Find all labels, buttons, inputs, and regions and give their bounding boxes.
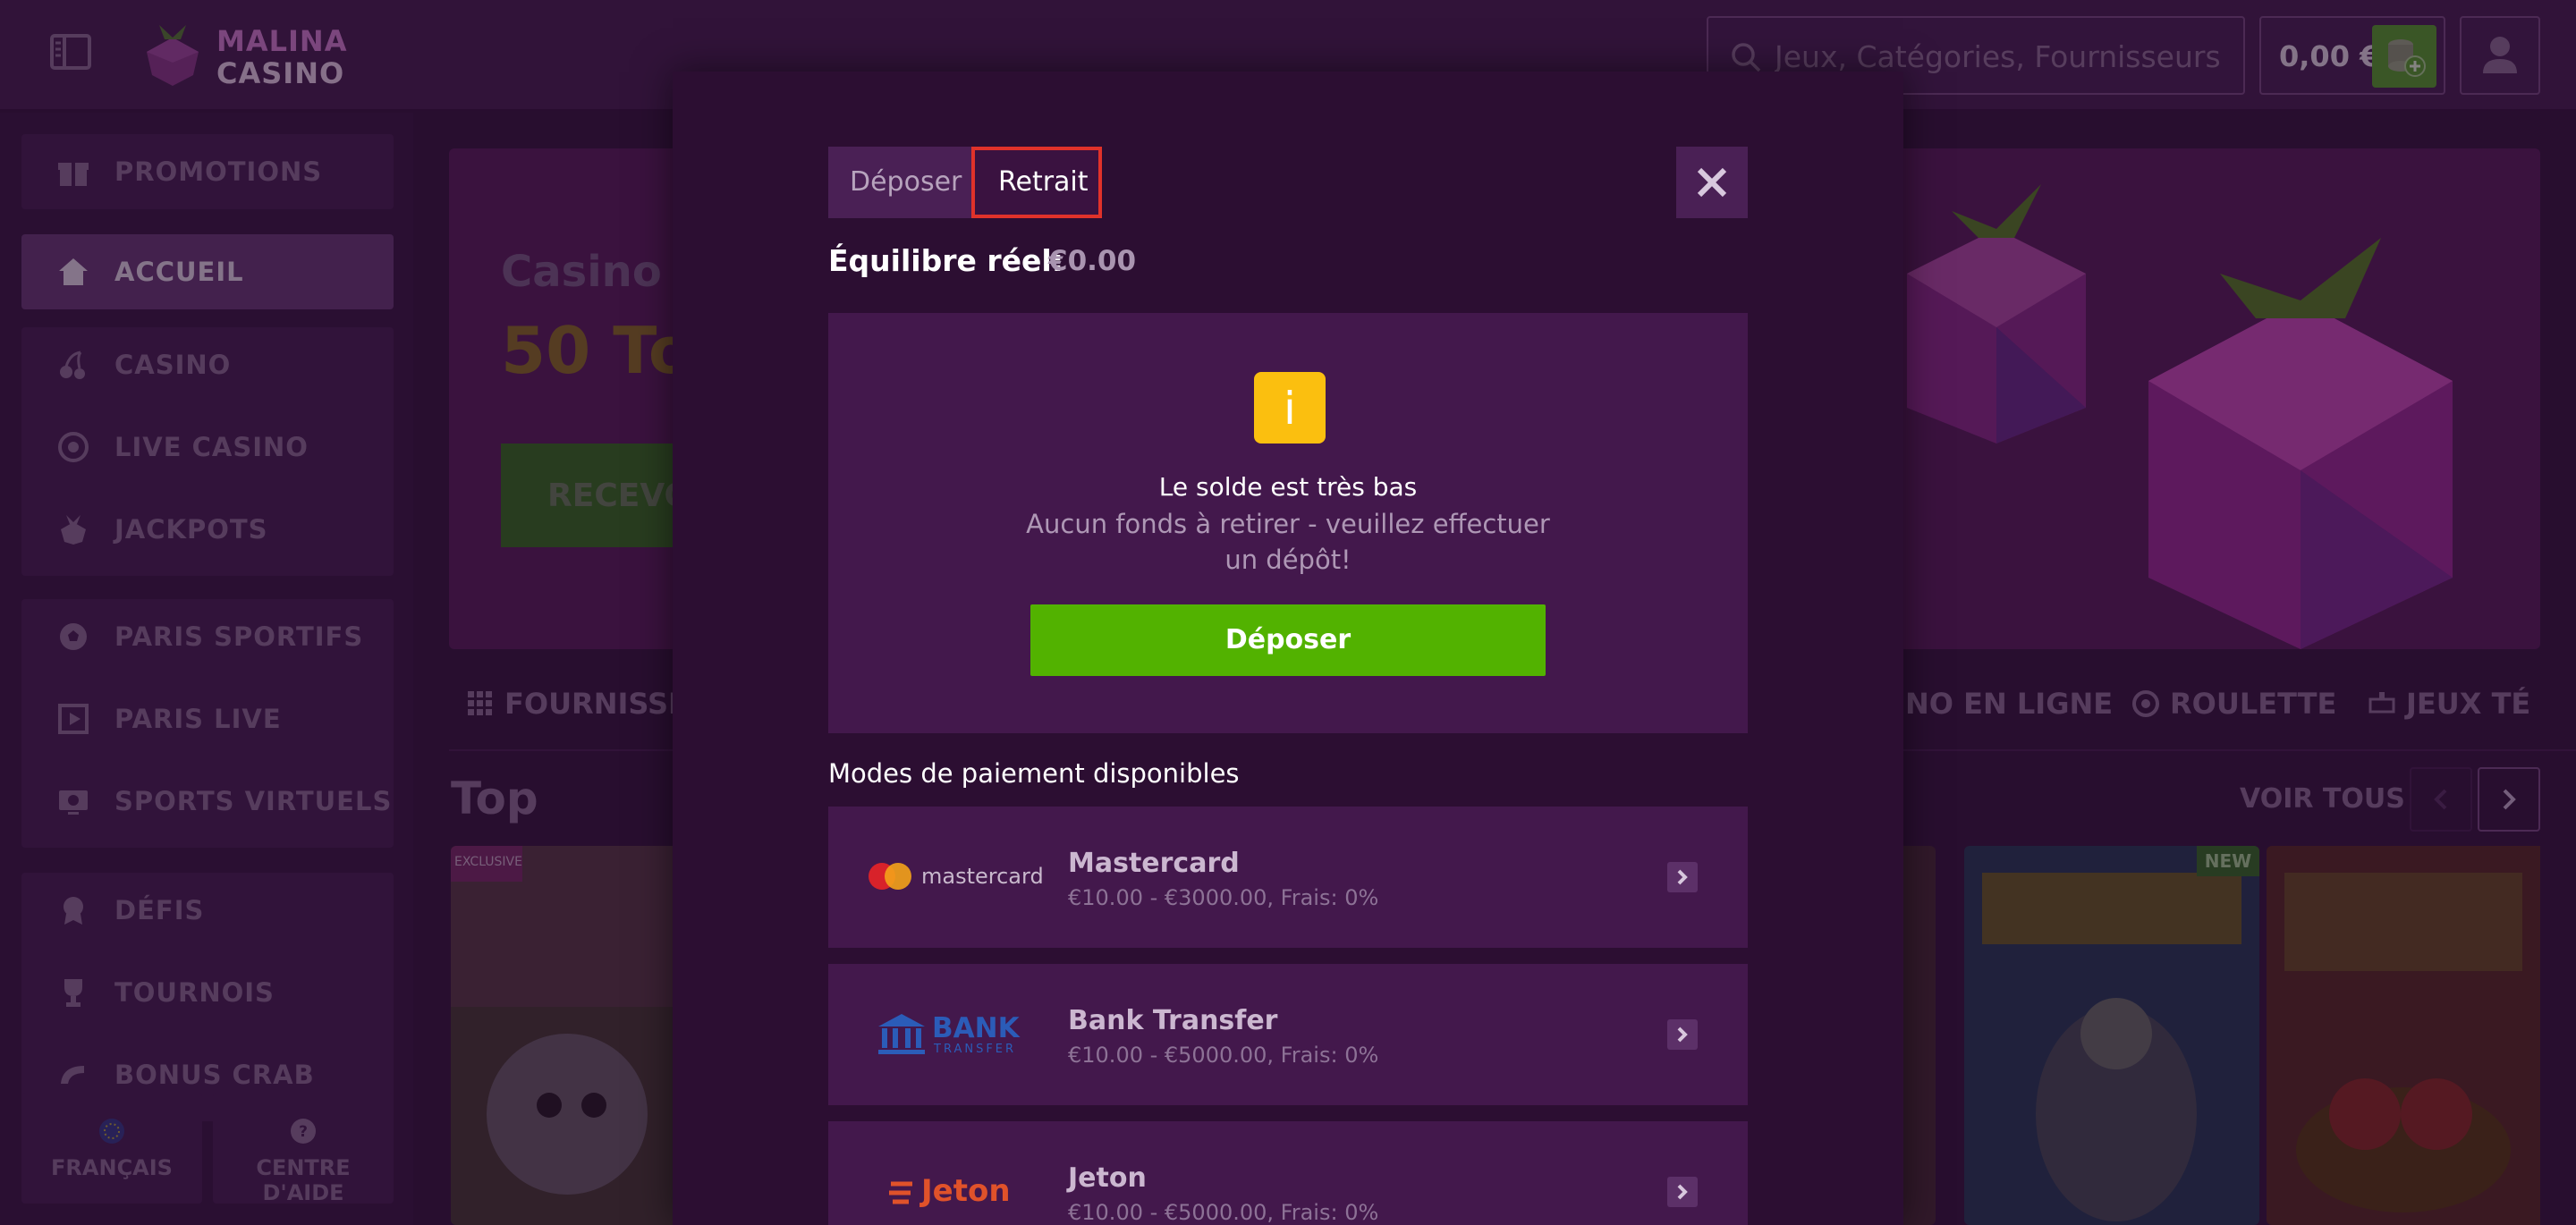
- mastercard-logo-text: mastercard: [921, 864, 1044, 889]
- method-details: €10.00 - €5000.00, Frais: 0%: [1068, 1043, 1379, 1068]
- jeton-logo: Jeton: [864, 1166, 1043, 1216]
- notice-subtitle: Aucun fonds à retirer - veuillez effectu…: [1026, 509, 1550, 575]
- method-name: Bank Transfer: [1068, 1005, 1278, 1036]
- bank-transfer-logo: BANK TRANSFER: [864, 1009, 1043, 1059]
- method-name: Mastercard: [1068, 848, 1240, 879]
- notice-title: Le solde est très bas: [1158, 472, 1418, 502]
- close-icon: [1697, 167, 1727, 198]
- payment-method-jeton[interactable]: Jeton Jeton €10.00 - €5000.00, Frais: 0%: [828, 1121, 1748, 1225]
- bank-building-icon: [878, 1014, 925, 1054]
- close-button[interactable]: [1676, 147, 1748, 218]
- balance-value: €0.00: [1048, 245, 1137, 277]
- balance-label: Équilibre réel:: [828, 243, 1063, 278]
- deposit-button-label: Déposer: [1224, 624, 1352, 655]
- tab-withdraw-label: Retrait: [998, 166, 1089, 198]
- mastercard-logo: mastercard: [864, 851, 1044, 901]
- method-name: Jeton: [1068, 1162, 1147, 1194]
- tab-withdraw[interactable]: Retrait: [971, 147, 1102, 218]
- bank-logo-subtext: TRANSFER: [934, 1043, 1017, 1056]
- jeton-mark-icon: [889, 1181, 912, 1204]
- info-icon: i: [1254, 372, 1326, 444]
- method-details: €10.00 - €5000.00, Frais: 0%: [1068, 1200, 1379, 1225]
- payment-method-mastercard[interactable]: mastercard Mastercard €10.00 - €3000.00,…: [828, 807, 1748, 948]
- tab-deposit[interactable]: Déposer: [828, 147, 971, 218]
- info-icon-glyph: i: [1284, 383, 1296, 435]
- payment-methods-title: Modes de paiement disponibles: [828, 758, 1240, 789]
- chevron-right-icon: [1667, 862, 1698, 892]
- chevron-right-icon: [1667, 1019, 1698, 1050]
- chevron-right-icon: [1667, 1177, 1698, 1207]
- low-balance-notice: i Le solde est très bas Aucun fonds à re…: [828, 313, 1748, 733]
- jeton-logo-text: Jeton: [921, 1173, 1011, 1209]
- bank-logo-text: BANK: [932, 1012, 1020, 1044]
- cashier-modal: Déposer Retrait Équilibre réel: €0.00 i …: [673, 72, 1903, 1225]
- tab-deposit-label: Déposer: [850, 166, 962, 198]
- method-details: €10.00 - €3000.00, Frais: 0%: [1068, 885, 1379, 910]
- deposit-button[interactable]: Déposer: [1030, 604, 1546, 676]
- payment-method-bank-transfer[interactable]: BANK TRANSFER Bank Transfer €10.00 - €50…: [828, 964, 1748, 1105]
